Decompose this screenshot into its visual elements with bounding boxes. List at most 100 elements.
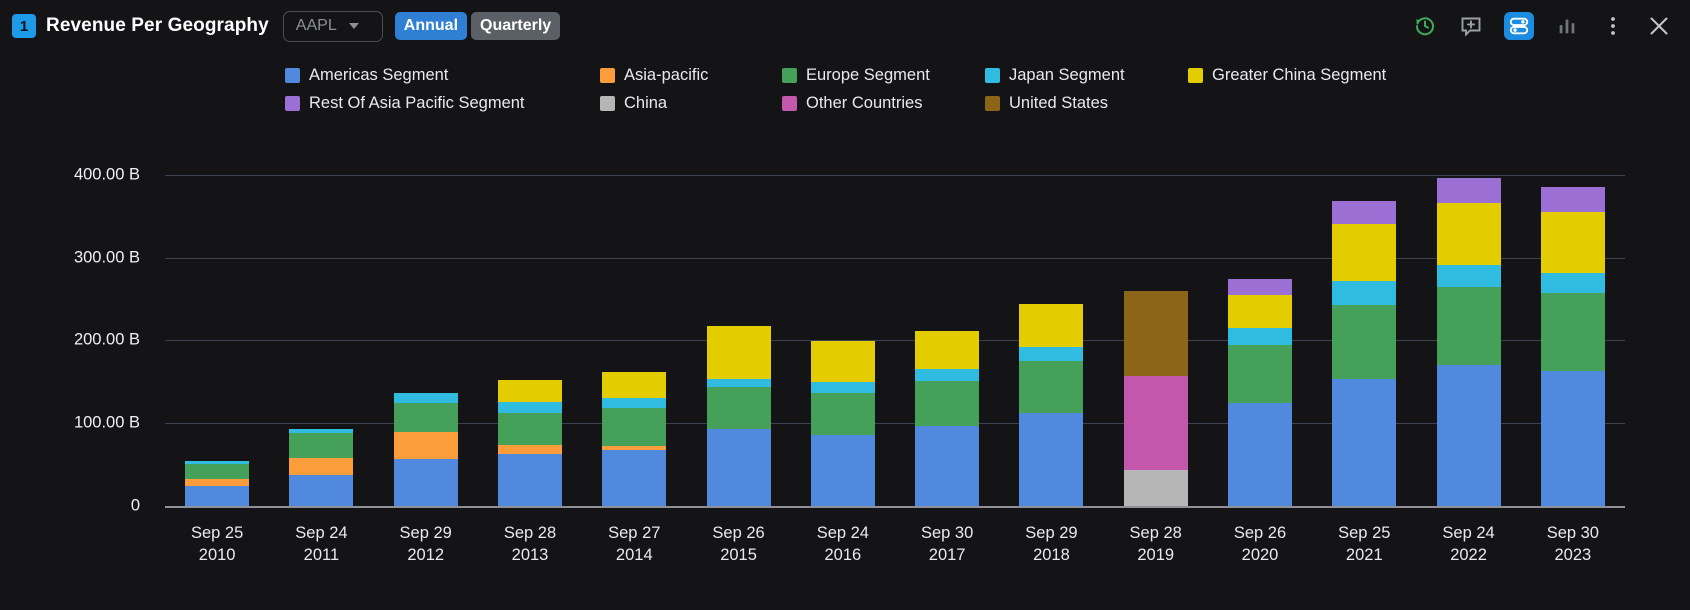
y-axis-tick-label: 0 <box>130 496 140 515</box>
legend-item[interactable]: Europe Segment <box>782 66 930 85</box>
bar-stack[interactable] <box>498 146 562 506</box>
bar-segment[interactable] <box>810 393 875 435</box>
bar-segment[interactable] <box>915 331 980 369</box>
bar-segment[interactable] <box>1436 203 1501 266</box>
bar-segment[interactable] <box>498 444 562 454</box>
bar-stack[interactable] <box>810 146 875 506</box>
bar-segment[interactable] <box>1540 371 1605 506</box>
bar-segment[interactable] <box>1123 290 1188 377</box>
bar-segment[interactable] <box>1228 295 1292 329</box>
bar-segment[interactable] <box>1019 361 1084 414</box>
bar-segment[interactable] <box>1332 280 1397 305</box>
bar-segment[interactable] <box>915 368 980 382</box>
bar-segment[interactable] <box>810 434 875 506</box>
bar-segment[interactable] <box>1436 365 1501 506</box>
bar-segment[interactable] <box>498 413 562 445</box>
panel-number-badge: 1 <box>12 14 36 38</box>
bar-segment[interactable] <box>602 371 667 399</box>
bar-segment[interactable] <box>1123 376 1188 470</box>
bar-segment[interactable] <box>706 326 771 379</box>
bar-segment[interactable] <box>706 378 771 387</box>
bar-segment[interactable] <box>915 381 980 426</box>
bar-segment[interactable] <box>1228 279 1292 295</box>
bar-stack[interactable] <box>289 146 354 506</box>
bar-segment[interactable] <box>810 381 875 394</box>
bar-segment[interactable] <box>1436 286 1501 366</box>
bar-segment[interactable] <box>706 386 771 430</box>
x-tick-line-2: 2010 <box>198 546 236 564</box>
bar-segment[interactable] <box>1540 272 1605 294</box>
chart-plot-area: 400.00 B 300.00 B 200.00 B 100.00 B 0 Sep 25 2… <box>0 130 1690 564</box>
settings-sliders-icon[interactable] <box>1504 12 1534 40</box>
bar-segment[interactable] <box>1436 265 1501 287</box>
bar-segment[interactable] <box>1123 469 1188 506</box>
bar-segment[interactable] <box>810 340 875 382</box>
period-button-annual[interactable]: Annual <box>394 12 468 40</box>
bar-stack[interactable] <box>706 146 771 506</box>
bar-stack[interactable] <box>1436 146 1501 506</box>
bar-segment[interactable] <box>498 401 562 414</box>
legend-item[interactable]: Asia-pacific <box>600 66 708 85</box>
ticker-select[interactable]: AAPL <box>282 10 383 42</box>
bar-stack[interactable] <box>1540 146 1605 506</box>
bar-stack[interactable] <box>393 146 458 506</box>
bar-stack[interactable] <box>1228 146 1292 506</box>
bar-chart-icon[interactable] <box>1554 13 1580 39</box>
bar-segment[interactable] <box>498 380 562 402</box>
bar-stack[interactable] <box>1332 146 1397 506</box>
bar-segment[interactable] <box>602 449 667 506</box>
bar-segment[interactable] <box>185 478 250 487</box>
bar-segment[interactable] <box>185 463 250 479</box>
legend-item[interactable]: China <box>600 94 667 113</box>
legend-item-label: Other Countries <box>806 94 923 112</box>
legend-item[interactable]: Americas Segment <box>285 66 448 85</box>
bar-segment[interactable] <box>1019 304 1084 348</box>
bar-segment[interactable] <box>706 429 771 506</box>
bar-segment[interactable] <box>1540 212 1605 273</box>
bar-stack[interactable] <box>1123 146 1188 506</box>
bar-segment[interactable] <box>1019 413 1084 506</box>
x-axis-tick-label: Sep 27 2014 <box>574 522 694 566</box>
legend-item[interactable]: Greater China Segment <box>1188 66 1386 85</box>
legend-item[interactable]: Rest Of Asia Pacific Segment <box>285 94 525 113</box>
bar-stack[interactable] <box>1019 146 1084 506</box>
bar-segment[interactable] <box>185 486 250 506</box>
bar-segment[interactable] <box>393 458 458 506</box>
legend-item-label: China <box>624 94 668 112</box>
legend-item[interactable]: Other Countries <box>782 94 922 113</box>
bar-segment[interactable] <box>602 408 667 446</box>
bar-segment[interactable] <box>393 402 458 433</box>
legend-item-label: Americas Segment <box>309 66 449 84</box>
comment-add-icon[interactable] <box>1458 13 1484 39</box>
bar-segment[interactable] <box>1540 187 1605 213</box>
x-tick-line-1: Sep 26 <box>1233 524 1287 542</box>
bar-segment[interactable] <box>289 433 354 459</box>
close-icon[interactable] <box>1646 13 1672 39</box>
bar-segment[interactable] <box>393 432 458 459</box>
bar-stack[interactable] <box>185 146 250 506</box>
bar-segment[interactable] <box>602 398 667 409</box>
bar-segment[interactable] <box>393 393 458 403</box>
bar-stack[interactable] <box>915 146 980 506</box>
bar-segment[interactable] <box>1540 293 1605 372</box>
bar-stack[interactable] <box>602 146 667 506</box>
bar-segment[interactable] <box>1332 304 1397 380</box>
legend-item[interactable]: Japan Segment <box>985 66 1125 85</box>
bar-segment[interactable] <box>1228 402 1292 506</box>
history-clock-icon[interactable] <box>1412 13 1438 39</box>
bar-segment[interactable] <box>1436 178 1501 204</box>
bar-segment[interactable] <box>498 453 562 506</box>
bar-segment[interactable] <box>1228 345 1292 403</box>
x-tick-line-2: 2022 <box>1450 546 1487 564</box>
bar-segment[interactable] <box>1019 347 1084 362</box>
period-button-quarterly[interactable]: Quarterly <box>471 12 561 40</box>
bar-segment[interactable] <box>915 425 980 506</box>
bar-segment[interactable] <box>1332 223 1397 281</box>
bar-segment[interactable] <box>1332 379 1397 506</box>
legend-item[interactable]: United States <box>985 94 1108 113</box>
bar-segment[interactable] <box>1228 328 1292 346</box>
more-vertical-icon[interactable] <box>1600 13 1626 39</box>
bar-segment[interactable] <box>289 458 354 475</box>
bar-segment[interactable] <box>1332 201 1397 224</box>
bar-segment[interactable] <box>289 474 354 506</box>
